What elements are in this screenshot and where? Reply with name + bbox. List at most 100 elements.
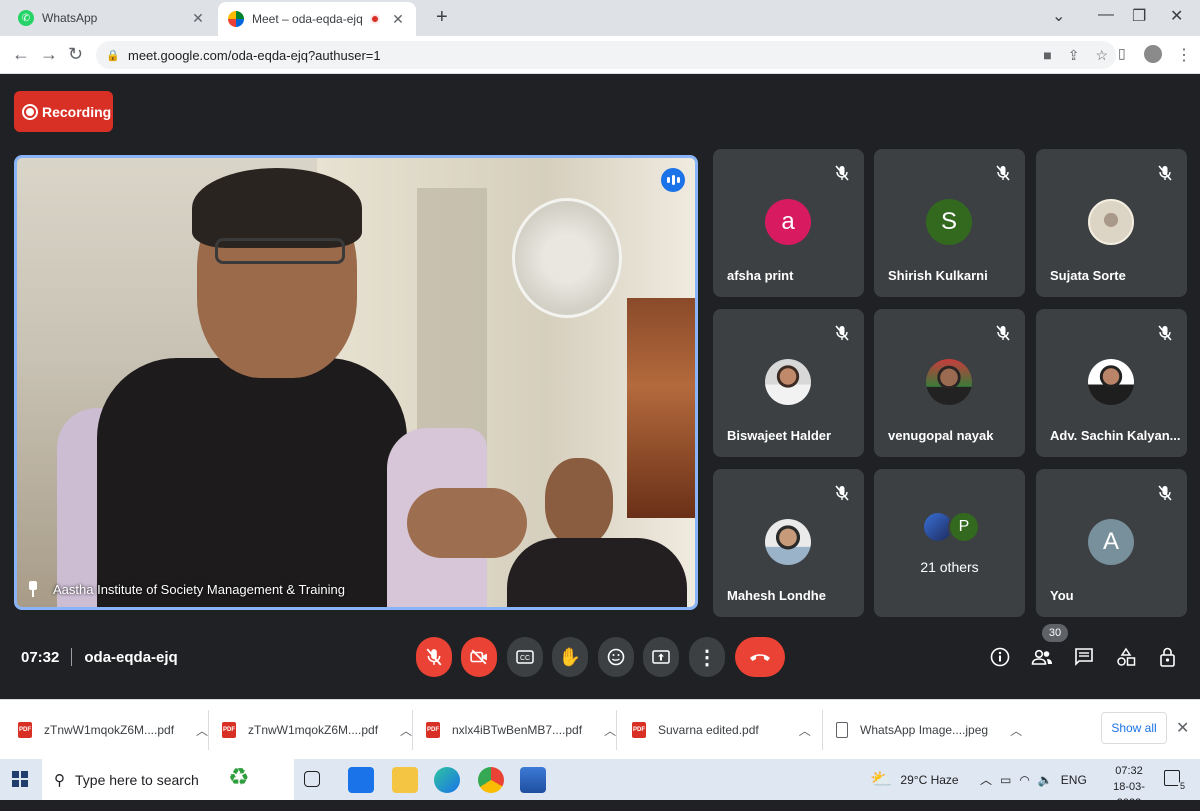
host-controls-button[interactable] <box>1155 645 1181 669</box>
mic-off-icon <box>996 325 1010 341</box>
windows-start-icon[interactable] <box>12 771 28 787</box>
download-filename: nxlx4iBTwBenMB7....pdf <box>452 723 583 737</box>
present-screen-button[interactable] <box>643 637 679 677</box>
new-tab-button[interactable]: + <box>436 6 448 29</box>
self-tile[interactable]: A You <box>1036 469 1187 617</box>
show-all-button[interactable]: Show all <box>1101 712 1167 744</box>
hand-icon: ✋ <box>558 646 582 667</box>
mic-off-icon <box>1158 165 1172 181</box>
system-clock[interactable]: 07:32 18-03-2023 <box>1104 763 1154 811</box>
mic-off-icon <box>1158 485 1172 501</box>
participant-tile[interactable]: a afsha print <box>713 149 864 297</box>
download-item[interactable]: PDF zTnwW1mqokZ6M....pdf ︿ <box>222 700 412 760</box>
mic-off-icon <box>835 165 849 181</box>
chevron-up-icon[interactable]: ︿ <box>400 722 412 739</box>
restore-button[interactable]: ❐ <box>1132 6 1146 26</box>
captions-button[interactable]: CC <box>507 637 543 677</box>
people-button[interactable] <box>1029 645 1055 669</box>
chrome-menu-icon[interactable]: ⋮ <box>1176 45 1192 65</box>
download-item[interactable]: PDF Suvarna edited.pdf ︿ <box>632 700 811 760</box>
back-button[interactable]: ← <box>12 44 30 65</box>
more-vert-icon: ⋮ <box>697 646 717 669</box>
bookmark-star-icon[interactable]: ☆ <box>1095 47 1108 64</box>
chrome-icon[interactable] <box>478 767 504 793</box>
download-item[interactable]: PDF nxlx4iBTwBenMB7....pdf ︿ <box>426 700 616 760</box>
weather-text: 29°C Haze <box>900 772 959 787</box>
side-panel-icon[interactable]: ▯ <box>1118 45 1126 62</box>
task-view-icon[interactable] <box>304 771 320 787</box>
chevron-up-icon[interactable]: ︿ <box>1010 722 1022 739</box>
others-tile[interactable]: P 21 others <box>874 469 1025 617</box>
recording-badge[interactable]: Recording <box>14 91 113 132</box>
camera-icon[interactable]: ■ <box>1043 47 1051 64</box>
participant-name: Shirish Kulkarni <box>888 268 988 283</box>
camera-toggle-button[interactable] <box>461 637 497 677</box>
participant-tile[interactable]: Adv. Sachin Kalyan... <box>1036 309 1187 457</box>
participant-tile[interactable]: Sujata Sorte <box>1036 149 1187 297</box>
chat-icon <box>1075 648 1093 666</box>
tab-meet[interactable]: Meet – oda-eqda-ejq ✕ <box>218 2 416 36</box>
share-icon[interactable]: ⇪ <box>1068 47 1080 64</box>
reactions-button[interactable] <box>598 637 634 677</box>
others-count: 21 others <box>920 559 979 575</box>
taskbar-search-box[interactable]: ⚲ Type here to search ♻ <box>42 759 294 800</box>
avatar <box>1088 359 1134 405</box>
volume-icon[interactable]: 🔈 <box>1038 773 1053 787</box>
download-item[interactable]: PDF zTnwW1mqokZ6M....pdf ︿ <box>18 700 208 760</box>
participant-tile[interactable]: Biswajeet Halder <box>713 309 864 457</box>
mic-off-icon <box>426 648 442 666</box>
chevron-up-icon[interactable]: ︿ <box>196 722 208 739</box>
speaking-indicator-icon <box>661 168 685 192</box>
participant-tile[interactable]: Mahesh Londhe <box>713 469 864 617</box>
recording-label: Recording <box>42 103 112 120</box>
edge-browser-icon[interactable] <box>434 767 460 793</box>
weather-widget[interactable]: ⛅ 29°C Haze <box>870 759 959 800</box>
close-downloads-icon[interactable]: ✕ <box>1176 718 1189 738</box>
clock-time: 07:32 <box>1115 765 1143 777</box>
mail-icon[interactable] <box>348 767 374 793</box>
info-icon <box>990 647 1010 667</box>
mic-toggle-button[interactable] <box>416 637 452 677</box>
language-indicator[interactable]: ENG <box>1061 773 1087 787</box>
tab-strip: ✆ WhatsApp ✕ Meet – oda-eqda-ejq ✕ + ⌄ —… <box>0 0 1200 36</box>
avatar: A <box>1088 519 1134 565</box>
file-explorer-icon[interactable] <box>392 767 418 793</box>
pdf-file-icon: PDF <box>222 722 236 738</box>
participant-tile[interactable]: S Shirish Kulkarni <box>874 149 1025 297</box>
wifi-icon[interactable]: ◠ <box>1019 773 1029 787</box>
chevron-up-icon[interactable]: ︿ <box>604 722 616 739</box>
photos-icon[interactable] <box>520 767 546 793</box>
participant-name: Sujata Sorte <box>1050 268 1126 283</box>
more-options-button[interactable]: ⋮ <box>689 637 725 677</box>
download-item[interactable]: WhatsApp Image....jpeg ︿ <box>836 700 1022 760</box>
lock-person-icon <box>1160 647 1175 667</box>
background-person <box>507 458 687 607</box>
avatar <box>926 359 972 405</box>
leave-call-button[interactable] <box>735 637 785 677</box>
mic-off-icon <box>1158 325 1172 341</box>
chevron-up-icon[interactable]: ︿ <box>980 771 992 788</box>
tab-whatsapp[interactable]: ✆ WhatsApp ✕ <box>8 0 216 36</box>
pin-icon[interactable] <box>27 581 39 597</box>
reload-button[interactable]: ↻ <box>68 44 83 65</box>
meeting-info-button[interactable] <box>987 645 1013 669</box>
main-speaker-video[interactable]: Aastha Institute of Society Management &… <box>14 155 698 610</box>
close-window-button[interactable]: ✕ <box>1170 6 1183 26</box>
close-tab-icon[interactable]: ✕ <box>190 10 206 27</box>
raise-hand-button[interactable]: ✋ <box>552 637 588 677</box>
close-tab-icon[interactable]: ✕ <box>390 11 406 28</box>
chevron-up-icon[interactable]: ︿ <box>799 722 811 739</box>
chat-button[interactable] <box>1071 645 1097 669</box>
url-field[interactable]: 🔒 meet.google.com/oda-eqda-ejq?authuser=… <box>96 41 1116 69</box>
tab-search-icon[interactable]: ⌄ <box>1052 6 1065 26</box>
network-icon[interactable]: ▭ <box>1000 773 1011 787</box>
profile-avatar[interactable] <box>1142 43 1164 65</box>
notification-count: 5 <box>1178 781 1188 791</box>
meet-stage: Recording Aastha Institute of Society Ma… <box>0 75 1200 699</box>
minimize-button[interactable]: — <box>1098 6 1114 24</box>
activities-button[interactable] <box>1113 645 1139 669</box>
whatsapp-icon: ✆ <box>18 10 34 26</box>
forward-button[interactable]: → <box>40 44 58 65</box>
participant-tile[interactable]: venugopal nayak <box>874 309 1025 457</box>
meeting-time: 07:32 <box>21 648 60 666</box>
